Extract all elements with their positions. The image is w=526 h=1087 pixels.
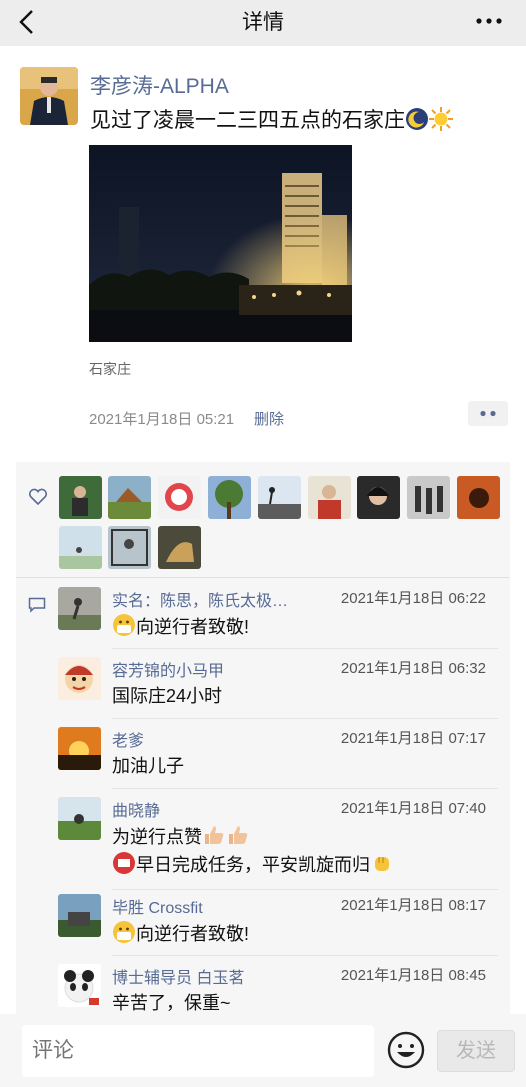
commenter-name[interactable]: 毕胜 Crossfit [112, 894, 203, 918]
comment-line: 国际庄24小时 [112, 686, 223, 706]
comment-icon [28, 597, 46, 613]
top-bar: 详情 [0, 0, 526, 46]
commenter-avatar[interactable] [58, 797, 101, 840]
thumbs-up-emoji-icon [229, 826, 248, 844]
likes-divider [16, 577, 510, 578]
post-photo[interactable] [89, 145, 352, 342]
liker-avatar[interactable] [407, 476, 450, 519]
liker-avatar[interactable] [258, 476, 301, 519]
liker-avatar[interactable] [158, 526, 201, 569]
comment-time: 2021年1月18日 08:45 [340, 967, 486, 984]
liker-avatar[interactable] [308, 476, 351, 519]
comment-time: 2021年1月18日 06:32 [340, 660, 486, 677]
more-icon[interactable] [474, 8, 504, 34]
liker-avatar[interactable] [108, 476, 151, 519]
congratulate-emoji-icon [113, 852, 135, 874]
comment-separator [112, 889, 498, 890]
author-avatar[interactable] [20, 67, 78, 125]
liker-avatar[interactable] [208, 476, 251, 519]
commenter-avatar[interactable] [58, 587, 101, 630]
commenter-avatar[interactable] [58, 894, 101, 937]
comment-line-1: 为逆行点赞 [112, 823, 394, 851]
comment-separator [112, 955, 498, 956]
mask-face-emoji-icon [113, 921, 135, 943]
comment-text: 向逆行者致敬! [112, 613, 249, 641]
action-menu-button[interactable] [468, 401, 508, 426]
thumbs-up-emoji-icon [205, 826, 224, 844]
comment-text: 加油儿子 [112, 753, 184, 780]
comment-text: 国际庄24小时 [112, 683, 222, 710]
comment-line: 为逆行点赞 [112, 827, 202, 847]
comment-time: 2021年1月18日 06:22 [340, 590, 486, 607]
liker-avatar[interactable] [108, 526, 151, 569]
comment-time: 2021年1月18日 08:17 [340, 897, 486, 914]
commenter-avatar[interactable] [58, 657, 101, 700]
comment-text: 向逆行者致敬! [112, 920, 249, 948]
page-title: 详情 [242, 11, 284, 34]
liker-avatar[interactable] [158, 476, 201, 519]
comment-line: 向逆行者致敬! [136, 617, 250, 637]
post-time: 2021年1月18日 05:21 [89, 411, 235, 428]
comment-separator [112, 788, 498, 789]
comment-text: 为逆行点赞 早日完成任务，平安凯旋而归 [112, 823, 394, 879]
send-button[interactable]: 发送 [437, 1030, 515, 1072]
comment-time: 2021年1月18日 07:17 [340, 730, 486, 747]
two-dots-icon [480, 410, 496, 417]
liker-avatar[interactable] [59, 526, 102, 569]
liker-avatar[interactable] [357, 476, 400, 519]
mask-face-emoji-icon [113, 614, 135, 636]
delete-link[interactable]: 删除 [254, 408, 284, 429]
comment-line: 辛苦了，保重~ [112, 993, 231, 1013]
comment-input[interactable] [22, 1025, 374, 1077]
author-name[interactable]: 李彦涛-ALPHA [90, 70, 229, 100]
moon-emoji-icon [406, 108, 428, 130]
comment-separator [112, 648, 498, 649]
emoji-picker-icon[interactable] [386, 1030, 426, 1070]
post-text-content: 见过了凌晨一二三四五点的石家庄 [90, 109, 405, 132]
commenter-name[interactable]: 博士辅导员 白玉茗 [112, 964, 244, 988]
liker-avatar[interactable] [457, 476, 500, 519]
liker-avatar[interactable] [59, 476, 102, 519]
commenter-avatar[interactable] [58, 964, 101, 1007]
comment-time: 2021年1月18日 07:40 [340, 800, 486, 817]
commenter-name[interactable]: 容芳锦的小马甲 [112, 657, 224, 681]
heart-icon [28, 488, 48, 506]
commenter-name[interactable]: 老爹 [112, 727, 144, 751]
comment-line-2: 早日完成任务，平安凯旋而归 [112, 851, 394, 879]
comment-separator [112, 718, 498, 719]
comment-line: 早日完成任务，平安凯旋而归 [136, 855, 370, 875]
comment-line: 加油儿子 [112, 756, 184, 776]
comment-text: 辛苦了，保重~ [112, 990, 231, 1017]
commenter-avatar[interactable] [58, 727, 101, 770]
commenter-name[interactable]: 曲晓静 [112, 797, 160, 821]
post-location[interactable]: 石家庄 [89, 359, 131, 379]
post-text: 见过了凌晨一二三四五点的石家庄 [90, 104, 453, 134]
sun-emoji-icon [429, 107, 453, 131]
raised-fist-emoji-icon [375, 857, 389, 871]
comment-line: 向逆行者致敬! [136, 924, 250, 944]
commenter-name[interactable]: 实名：陈思，陈氏太极… [112, 587, 288, 611]
